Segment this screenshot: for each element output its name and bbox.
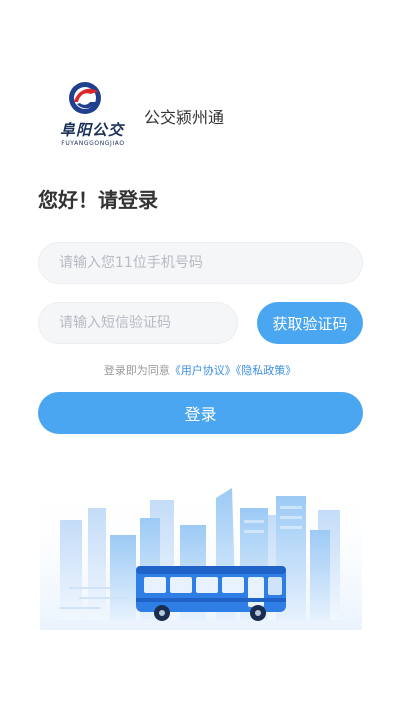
get-code-button[interactable]: 获取验证码: [257, 302, 363, 344]
logo-text: 阜阳公交: [59, 121, 124, 139]
sms-code-field[interactable]: [38, 302, 238, 344]
phone-field[interactable]: [38, 242, 363, 284]
fuyang-bus-logo-icon: [69, 82, 101, 114]
agreement-text: 登录即为同意《用户协议》《隐私政策》: [0, 362, 400, 378]
user-agreement-link[interactable]: 《用户协议》: [170, 364, 236, 377]
sms-code-input[interactable]: [39, 303, 237, 343]
phone-input[interactable]: [39, 243, 362, 283]
brand-logo: 阜阳公交 FUYANGGONGJIAO: [44, 76, 126, 156]
agreement-prefix: 登录即为同意: [103, 364, 170, 377]
page-title: 您好！请登录: [38, 188, 158, 212]
login-button[interactable]: 登录: [38, 392, 363, 434]
app-name: 公交颍州通: [144, 108, 225, 127]
logo-subtext: FUYANGGONGJIAO: [61, 140, 125, 147]
city-bus-illustration: [40, 480, 362, 630]
privacy-policy-link[interactable]: 《隐私政策》: [236, 364, 297, 377]
